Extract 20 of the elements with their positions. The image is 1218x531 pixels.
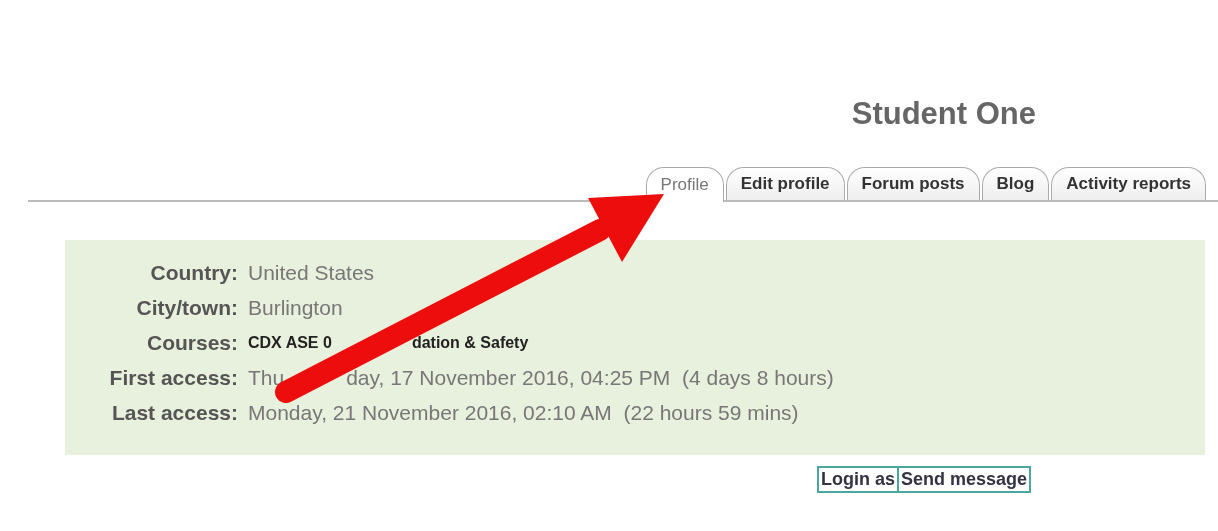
tab[interactable]: Profile [645,167,724,202]
field-label: Last access: [111,400,238,426]
field-label: Country: [150,260,238,286]
field-value: day, 17 November 2016, 04:25 PM (4 days 8 hours) [346,365,834,391]
course-link[interactable]: CDX ASE 0 [248,330,332,356]
action-button[interactable]: Login as [817,466,899,493]
tab[interactable]: Forum posts [846,167,980,200]
field-value: Monday, 21 November 2016, 02:10 AM (22 hours 59 mins) [248,400,799,426]
tab[interactable]: Edit profile [725,167,845,200]
field-value: Thu [248,365,285,391]
field-label: First access: [109,365,238,391]
tab[interactable]: Activity reports [1051,167,1206,200]
field-label: Courses: [146,330,238,356]
field-value: Burlington [248,295,343,321]
tab[interactable]: Blog [981,167,1050,200]
course-link[interactable]: dation & Safety [411,330,529,356]
action-button[interactable]: Send message [897,466,1032,493]
page-title: Student One [850,95,1037,132]
field-label: City/town: [136,295,238,321]
field-value: United States [248,260,375,286]
